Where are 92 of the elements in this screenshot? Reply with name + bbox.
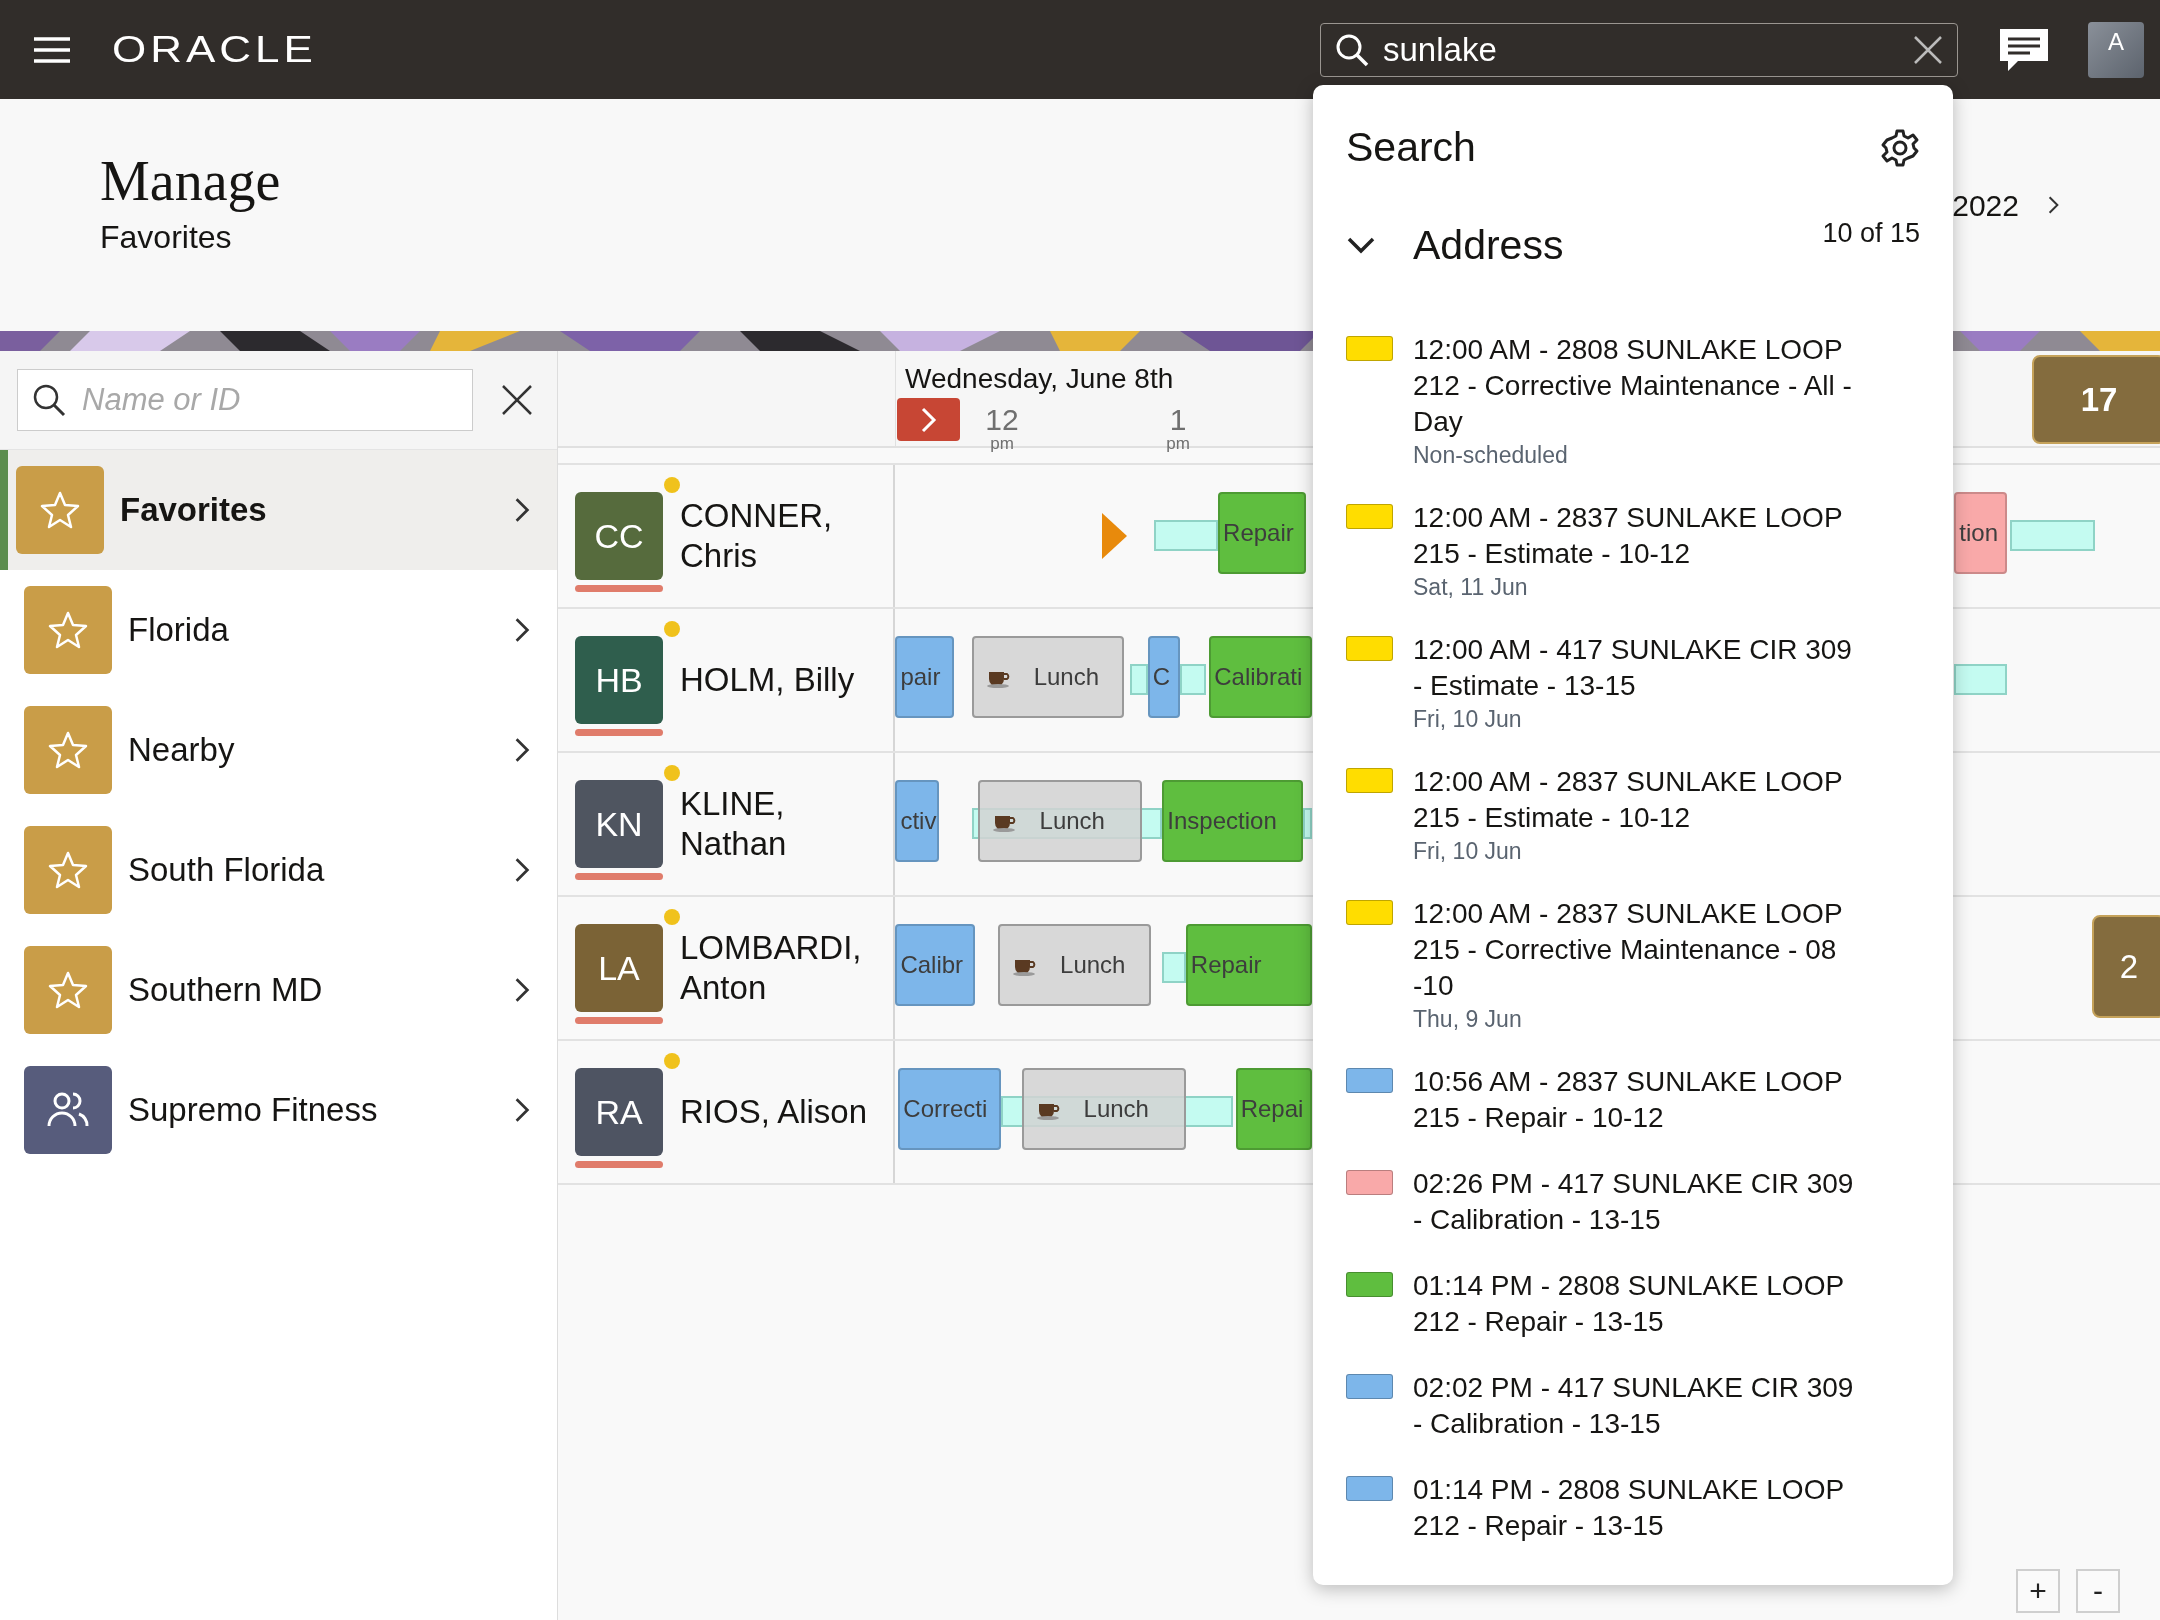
technician-avatar: RA: [575, 1068, 663, 1156]
job-block[interactable]: pair: [895, 636, 955, 718]
search-result[interactable]: 01:14 PM - 2808 SUNLAKE LOOP 212 - Repair - 13-15: [1413, 1472, 1865, 1544]
search-icon: [32, 383, 66, 417]
date-label: 2022: [1952, 189, 2019, 223]
status-dot: [664, 477, 680, 493]
section-title: Address: [1413, 221, 1565, 269]
clear-icon[interactable]: [1913, 34, 1943, 65]
travel-bar: [1153, 520, 1219, 551]
logo: ORACLE: [112, 29, 317, 70]
scroll-right-button[interactable]: [897, 398, 960, 441]
technician-name: CONNER, Chris: [680, 496, 834, 576]
result-detail: Non-scheduled: [1413, 441, 1569, 470]
technician-name: KLINE, Nathan: [680, 784, 788, 864]
result-detail: Thu, 9 Jun: [1413, 1005, 1523, 1034]
search-result[interactable]: 12:00 AM - 2837 SUNLAKE LOOP 215 - Estimate - 10-12: [1413, 764, 1865, 836]
result-detail: Fri, 10 Jun: [1413, 705, 1523, 734]
result-detail: Sat, 11 Jun: [1413, 573, 1529, 602]
technician-name: HOLM, Billy: [680, 660, 856, 700]
search-result[interactable]: 02:02 PM - 417 SUNLAKE CIR 309 - Calibration - 13-15: [1413, 1370, 1865, 1442]
now-marker-icon: [1102, 513, 1128, 559]
search-result[interactable]: 01:14 PM - 2808 SUNLAKE LOOP 212 - Repair - 13-15: [1413, 1268, 1865, 1340]
count-badge[interactable]: 17: [2032, 355, 2160, 444]
technician-avatar: CC: [575, 492, 663, 580]
search-result[interactable]: 12:00 AM - 417 SUNLAKE CIR 309 - Estimate - 13-15: [1413, 632, 1865, 704]
sidebar-item[interactable]: Supremo Fitness: [0, 1050, 557, 1170]
status-dot: [664, 1053, 680, 1069]
user-avatar[interactable]: A: [2088, 21, 2144, 78]
chevron-right-icon[interactable]: [513, 735, 531, 765]
travel-bar: [1303, 808, 1312, 839]
search-field[interactable]: sunlake: [1320, 22, 1958, 77]
search-result[interactable]: 12:00 AM - 2808 SUNLAKE LOOP 212 - Corrective Maintenance - All -Day: [1413, 332, 1865, 440]
technician-avatar: HB: [575, 636, 663, 724]
close-icon[interactable]: [501, 384, 533, 416]
chevron-right-icon[interactable]: [513, 495, 531, 525]
hour-label: 1 pm: [1166, 405, 1190, 452]
chevron-right-icon[interactable]: [513, 975, 531, 1005]
result-detail: Fri, 10 Jun: [1413, 837, 1523, 866]
travel-bar: [1179, 664, 1207, 695]
chevron-down-icon[interactable]: [1346, 235, 1376, 255]
sidebar-item[interactable]: Nearby: [0, 690, 557, 810]
sidebar-item[interactable]: Favorites: [0, 450, 557, 570]
hour-label: 12 pm: [985, 405, 1019, 452]
sidebar-item[interactable]: Florida: [0, 570, 557, 690]
job-block[interactable]: Repai: [1235, 1068, 1312, 1150]
next-date-icon[interactable]: [2047, 195, 2060, 215]
lunch-block[interactable]: Lunch: [971, 636, 1125, 718]
travel-bar: [1954, 664, 2008, 695]
technician-name: RIOS, Alison: [680, 1092, 869, 1132]
date-title: Wednesday, June 8th: [905, 363, 1174, 395]
technician-name: LOMBARDI, Anton: [680, 928, 863, 1008]
status-dot: [664, 765, 680, 781]
search-icon: [1335, 32, 1369, 67]
sidebar-item[interactable]: South Florida: [0, 810, 557, 930]
panel-title: Search: [1346, 124, 1476, 171]
status-dot: [664, 621, 680, 637]
job-block[interactable]: Correcti: [898, 1068, 1001, 1150]
status-dot: [664, 909, 680, 925]
chat-icon[interactable]: [1998, 26, 2050, 73]
technician-avatar: KN: [575, 780, 663, 868]
lunch-block[interactable]: Lunch: [998, 924, 1151, 1006]
search-field[interactable]: sunlake: [1383, 30, 1899, 69]
count-badge[interactable]: 2: [2092, 915, 2160, 1018]
technician-avatar: LA: [575, 924, 663, 1012]
lunch-block[interactable]: Lunch: [977, 780, 1142, 862]
search-result[interactable]: 10:56 AM - 2837 SUNLAKE LOOP 215 - Repair - 10-12: [1413, 1064, 1865, 1136]
chevron-right-icon[interactable]: [513, 615, 531, 645]
page-subtitle: Favorites: [100, 219, 233, 256]
job-block[interactable]: tion: [1954, 492, 2008, 574]
name-search-field[interactable]: Name or ID: [17, 369, 473, 431]
zoom-button[interactable]: +: [2016, 1569, 2060, 1613]
settings-icon[interactable]: [1880, 127, 1920, 168]
job-block[interactable]: Inspection: [1162, 780, 1304, 862]
search-result[interactable]: 12:00 AM - 2837 SUNLAKE LOOP 215 - Corrective Maintenance - 08 -10: [1413, 896, 1865, 1004]
job-block[interactable]: Calibrati: [1209, 636, 1312, 718]
job-block[interactable]: Repair: [1185, 924, 1312, 1006]
job-block[interactable]: C: [1147, 636, 1180, 718]
lunch-block[interactable]: Lunch: [1021, 1068, 1186, 1150]
job-block[interactable]: Calibr: [895, 924, 975, 1006]
menu-icon[interactable]: [34, 35, 70, 64]
job-block[interactable]: Repair: [1218, 492, 1307, 574]
result-count: 10 of 15: [1822, 218, 1920, 249]
search-result[interactable]: 02:26 PM - 417 SUNLAKE CIR 309 - Calibration - 13-15: [1413, 1166, 1865, 1238]
people-icon: [24, 1066, 112, 1154]
travel-bar: [1162, 952, 1186, 983]
chevron-right-icon[interactable]: [513, 1095, 531, 1125]
zoom-button[interactable]: -: [2076, 1569, 2120, 1613]
job-block[interactable]: ctiv: [895, 780, 940, 862]
travel-bar: [1130, 664, 1148, 695]
chevron-right-icon[interactable]: [513, 855, 531, 885]
search-result[interactable]: 12:00 AM - 2837 SUNLAKE LOOP 215 - Estimate - 10-12: [1413, 500, 1865, 572]
sidebar-item[interactable]: Southern MD: [0, 930, 557, 1050]
